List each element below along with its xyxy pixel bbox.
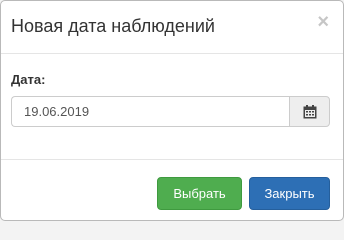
dialog-footer: Выбрать Закрыть <box>1 159 343 221</box>
date-input[interactable] <box>11 96 289 127</box>
new-observation-date-dialog: Новая дата наблюдений × Дата: 19.06.2019… <box>0 0 344 221</box>
select-button[interactable]: Выбрать <box>157 177 242 210</box>
date-label: Дата: <box>11 72 46 87</box>
dialog-body: Дата: <box>1 54 343 158</box>
close-button[interactable]: Закрыть <box>249 177 330 210</box>
calendar-icon <box>303 104 316 118</box>
date-input-group <box>11 96 330 127</box>
close-icon[interactable]: × <box>317 12 329 32</box>
dialog-title: Новая дата наблюдений <box>11 16 215 36</box>
dialog-header: Новая дата наблюдений × <box>1 1 343 54</box>
calendar-button[interactable] <box>289 96 330 127</box>
